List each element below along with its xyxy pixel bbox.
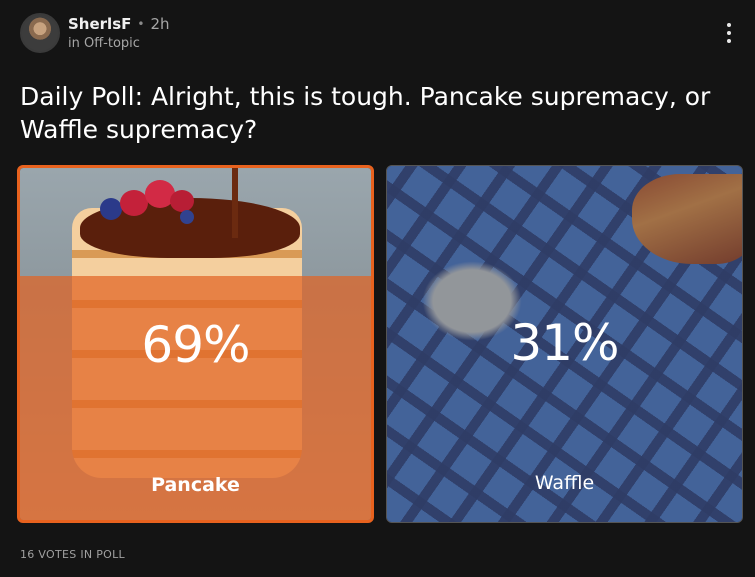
poll-question: Daily Poll: Alright, this is tough. Panc… — [20, 82, 711, 144]
avatar[interactable] — [20, 13, 60, 53]
meta-top: SherlsF • 2h — [68, 15, 170, 33]
option-percent: 69% — [141, 316, 250, 374]
option-label: Pancake — [151, 474, 240, 496]
poll-option-waffle[interactable]: 31% Waffle — [386, 165, 743, 523]
vertical-dots-icon — [727, 23, 731, 27]
more-options-button[interactable] — [717, 16, 741, 50]
post-meta: SherlsF • 2h in Off-topic — [68, 15, 170, 51]
poll-option-pancake[interactable]: 69% Pancake — [17, 165, 374, 523]
vote-count: 16 VOTES IN POLL — [20, 548, 125, 561]
option-percent: 31% — [510, 314, 619, 372]
poll-post: SherlsF • 2h in Off-topic Daily Poll: Al… — [0, 0, 755, 577]
post-time: 2h — [150, 15, 170, 33]
separator-dot: • — [137, 17, 145, 31]
username[interactable]: SherlsF — [68, 15, 131, 33]
post-header: SherlsF • 2h in Off-topic — [20, 12, 170, 54]
community-label[interactable]: in Off-topic — [68, 36, 170, 51]
option-label: Waffle — [534, 472, 595, 494]
